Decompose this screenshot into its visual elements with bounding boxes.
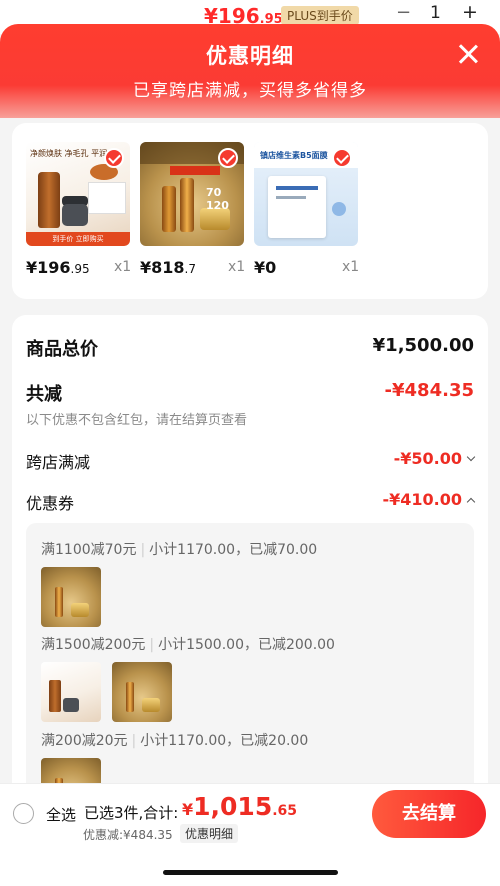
cross-store-toggle[interactable]: -¥50.00 <box>393 449 476 468</box>
discount-sheet-header: 优惠明细 已享跨店满减，买得多省得多 <box>0 24 500 126</box>
product-price: ¥0 <box>254 258 277 277</box>
quantity-plus-button[interactable]: + <box>462 1 478 23</box>
product-qty: x1 <box>342 259 360 275</box>
coupon-product-thumb <box>112 662 172 722</box>
coupon-toggle[interactable]: -¥410.00 <box>382 490 476 509</box>
coupon-product-thumb <box>41 662 101 722</box>
coupon-label: 优惠券 <box>26 494 75 513</box>
discount-amount: 优惠减:¥484.35 <box>83 828 173 842</box>
total-payable: ¥1,015.65 <box>182 792 298 821</box>
coupon-value: -¥410.00 <box>382 490 462 509</box>
discount-detail-card: 商品总价 ¥1,500.00 共减 -¥484.35 以下优惠不包含红包，请在结… <box>12 315 488 815</box>
product-thumbnail: 镇店维生素B5面膜 <box>254 142 358 246</box>
sheet-title: 优惠明细 <box>206 44 294 68</box>
select-all-label[interactable]: 全选 <box>46 804 76 825</box>
product-price: ¥818.7 <box>140 258 196 277</box>
coupon-tier: 满200减20元 | 小计1170.00，已减20.00 <box>41 733 309 749</box>
product-qty: x1 <box>228 259 246 275</box>
close-icon[interactable] <box>456 42 480 66</box>
product-item[interactable]: 70 120 ¥818.7 x1 <box>140 142 248 277</box>
cross-store-label: 跨店满减 <box>26 453 91 472</box>
product-item[interactable]: 镇店维生素B5面膜 ¥0 x1 <box>254 142 362 277</box>
discount-detail-link[interactable]: 优惠明细 <box>180 824 239 843</box>
home-indicator <box>163 870 338 875</box>
product-thumbnail: 净颜焕肤 净毛孔 平润口 到手价 立即购买 <box>26 142 130 246</box>
sheet-subtitle: 已享跨店满减，买得多省得多 <box>133 81 367 101</box>
thumbnail-caption: 70 120 <box>206 186 229 212</box>
product-qty: x1 <box>114 259 132 275</box>
total-reduce-value: -¥484.35 <box>384 380 474 401</box>
total-reduce-label: 共减 <box>26 384 62 405</box>
product-item[interactable]: 净颜焕肤 净毛孔 平润口 到手价 立即购买 ¥196.95 x1 <box>26 142 134 277</box>
total-price-value: ¥1,500.00 <box>372 335 474 356</box>
checkout-button[interactable]: 去结算 <box>372 790 486 838</box>
select-all-radio[interactable] <box>13 803 34 824</box>
selected-check-icon <box>218 148 238 168</box>
selected-check-icon <box>332 148 352 168</box>
plus-price-badge: PLUS到手价 <box>281 6 359 25</box>
selected-check-icon <box>104 148 124 168</box>
product-thumbnail: 70 120 <box>140 142 244 246</box>
coupon-tier: 满1500减200元 | 小计1500.00，已减200.00 <box>41 637 335 653</box>
chevron-up-icon <box>466 497 476 507</box>
coupon-product-thumb <box>41 567 101 627</box>
quantity-minus-button[interactable]: − <box>396 2 411 23</box>
chevron-down-icon <box>466 452 476 462</box>
coupon-tier: 满1100减70元 | 小计1170.00，已减70.00 <box>41 542 318 558</box>
selected-products-card: 净颜焕肤 净毛孔 平润口 到手价 立即购买 ¥196.95 x1 70 120 <box>12 123 488 299</box>
reduce-note: 以下优惠不包含红包，请在结算页查看 <box>26 413 248 428</box>
thumbnail-banner: 到手价 立即购买 <box>26 232 130 246</box>
product-price: ¥196.95 <box>26 258 90 277</box>
coupon-detail-panel: 满1100减70元 | 小计1170.00，已减70.00 满1500减200元 | 小… <box>26 523 474 815</box>
quantity-value: 1 <box>430 3 441 23</box>
discount-sheet-body: 净颜焕肤 净毛孔 平润口 到手价 立即购买 ¥196.95 x1 70 120 <box>0 118 500 815</box>
checkout-bar: 全选 已选3件,合计: ¥1,015.65 优惠减:¥484.35 优惠明细 去… <box>0 783 500 886</box>
total-price-label: 商品总价 <box>26 339 98 360</box>
thumbnail-caption: 镇店维生素B5面膜 <box>260 151 328 160</box>
cross-store-value: -¥50.00 <box>393 449 462 468</box>
selected-count: 已选3件,合计: <box>84 804 179 822</box>
thumbnail-caption: 净颜焕肤 净毛孔 平润口 <box>30 149 116 158</box>
